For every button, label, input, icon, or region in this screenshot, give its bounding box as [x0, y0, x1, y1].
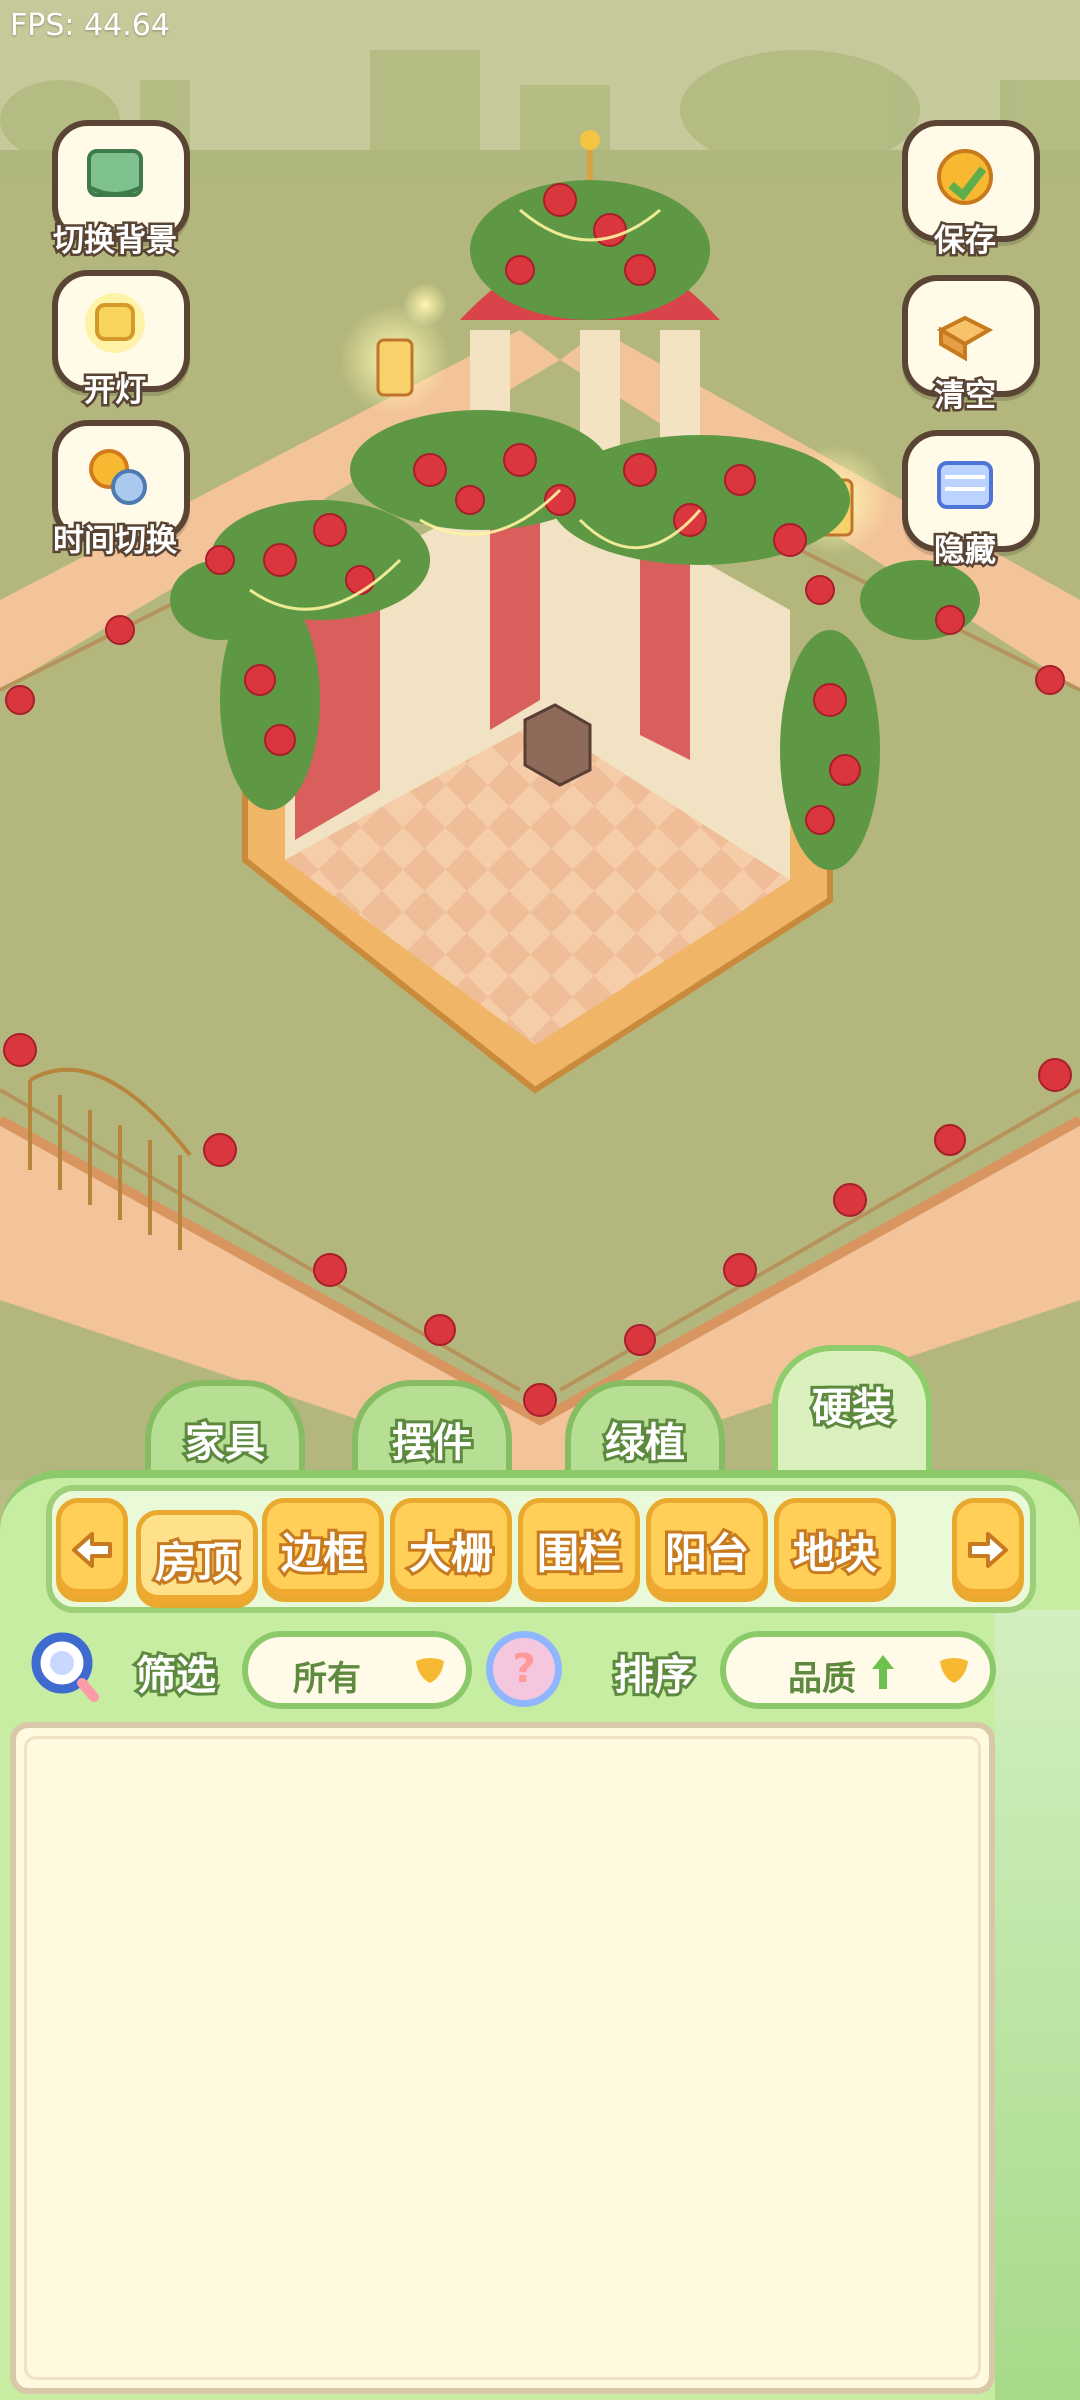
sort-dropdown[interactable]: 品质 — [720, 1631, 996, 1709]
hide-button[interactable]: 隐藏 — [890, 430, 1040, 572]
switch-background-button[interactable]: 切换背景 — [40, 120, 190, 262]
arrow-left-icon — [72, 1532, 112, 1568]
subtab-balcony-label: 阳台 — [662, 1526, 752, 1581]
sort-label: 排序 — [611, 1650, 697, 1702]
subtab-shed-label: 大栅 — [406, 1526, 496, 1581]
tab-furniture-label: 家具 — [182, 1417, 268, 1469]
clear-button[interactable]: 清空 — [890, 275, 1040, 417]
help-glyph: ? — [512, 1646, 536, 1692]
next-arrow-button[interactable] — [952, 1498, 1024, 1602]
time-switch-label: 时间切换 — [51, 521, 180, 562]
filter-dropdown[interactable]: 所有 — [242, 1631, 472, 1709]
chevron-down-icon — [940, 1658, 968, 1683]
subtab-fence[interactable]: 围栏 — [518, 1498, 640, 1602]
subtab-roof-label: 房顶 — [152, 1535, 242, 1590]
hide-icon — [926, 446, 1004, 524]
subtab-balcony[interactable]: 阳台 — [646, 1498, 768, 1602]
fps-counter: FPS: 44.64 — [10, 8, 170, 43]
tab-plants-label: 绿植 — [602, 1417, 688, 1469]
filter-row: 筛选 所有 ? 排序 品质 — [0, 1625, 1080, 1715]
save-button[interactable]: 保存 — [890, 120, 1040, 262]
time-switch-button[interactable]: 时间切换 — [40, 420, 190, 562]
light-toggle-label: 开灯 — [82, 371, 149, 412]
search-icon[interactable] — [30, 1631, 104, 1705]
filter-value: 所有 — [293, 1659, 361, 1699]
lamp-icon — [76, 286, 154, 364]
save-chick-icon — [926, 136, 1004, 214]
subtab-border-label: 边框 — [278, 1526, 368, 1581]
switch-background-label: 切换背景 — [51, 221, 180, 262]
prev-arrow-button[interactable] — [56, 1498, 128, 1602]
item-list-area[interactable] — [10, 1722, 995, 2394]
filter-label: 筛选 — [133, 1650, 219, 1702]
panel-side-strip — [995, 1610, 1080, 2400]
subtab-ground-block-label: 地块 — [790, 1526, 880, 1581]
subtab-ground-block[interactable]: 地块 — [774, 1498, 896, 1602]
subtab-border[interactable]: 边框 — [262, 1498, 384, 1602]
subtab-roof[interactable]: 房顶 — [136, 1510, 258, 1608]
subtab-fence-label: 围栏 — [534, 1526, 624, 1581]
chevron-down-icon — [416, 1658, 444, 1683]
light-toggle-button[interactable]: 开灯 — [40, 270, 190, 412]
help-button[interactable]: ? — [486, 1631, 562, 1707]
tab-hardware-label: 硬装 — [809, 1382, 895, 1434]
sun-moon-icon — [76, 436, 154, 514]
clear-label: 清空 — [932, 376, 999, 417]
hide-label: 隐藏 — [932, 531, 999, 572]
arrow-up-icon — [872, 1655, 894, 1689]
arrow-right-icon — [968, 1532, 1008, 1568]
clear-box-icon — [926, 291, 1004, 369]
save-label: 保存 — [932, 221, 999, 262]
tab-ornaments-label: 摆件 — [389, 1417, 475, 1469]
scroll-map-icon — [76, 136, 154, 214]
subtab-shed[interactable]: 大栅 — [390, 1498, 512, 1602]
